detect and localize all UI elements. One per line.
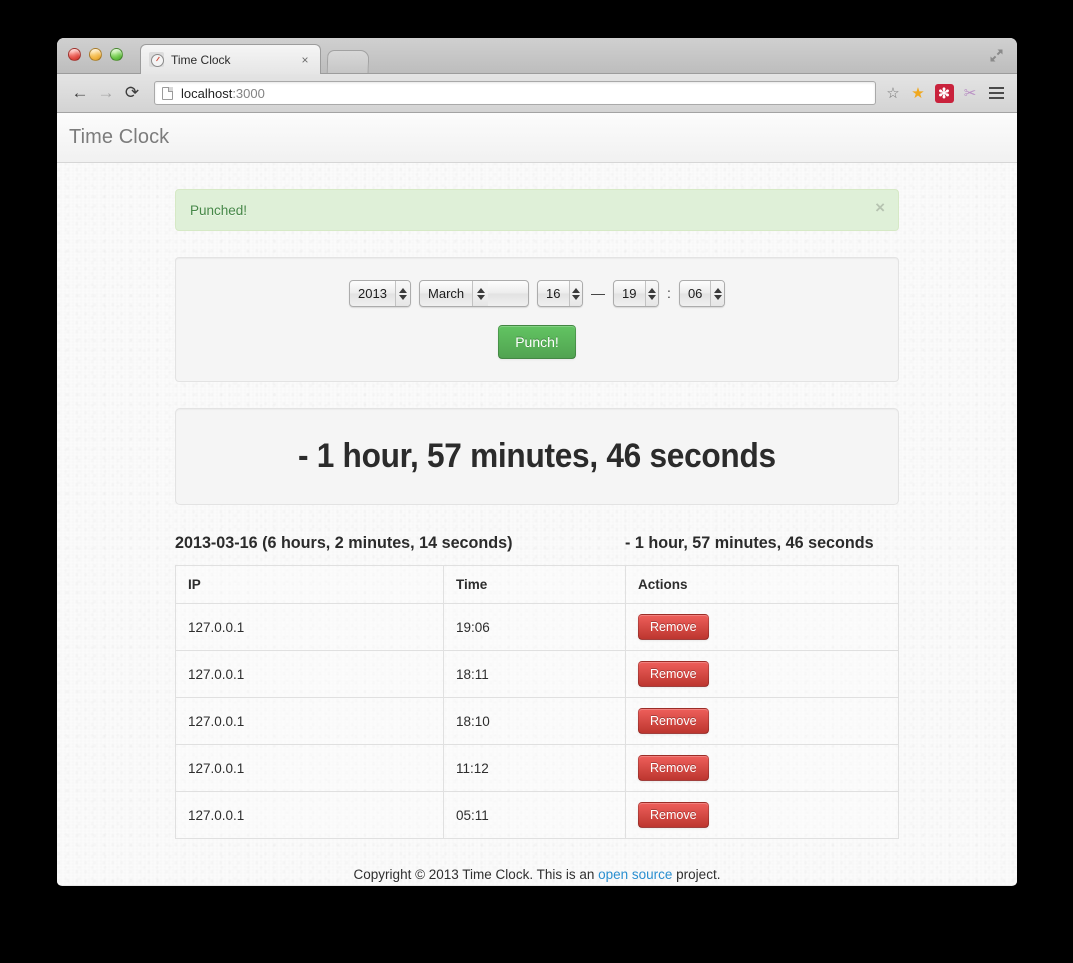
year-select-value: 2013 [358,286,387,301]
alert-message: Punched! [190,202,248,218]
day-heading: 2013-03-16 (6 hours, 2 minutes, 14 secon… [175,533,513,552]
column-header-actions: Actions [625,565,899,604]
cell-actions: Remove [625,603,899,651]
table-row: 127.0.0.1 18:11 Remove [175,650,899,698]
tab-title: Time Clock [171,52,231,67]
page-icon [162,86,173,100]
window-traffic-lights [68,48,123,61]
success-alert: Punched! × [175,189,899,231]
bookmark-star-icon[interactable]: ☆ [883,84,903,102]
remove-button[interactable]: Remove [638,802,709,828]
year-select[interactable]: 2013 [349,280,412,307]
punch-form-panel: 2013 March 16 — 19: 06 Punch! [175,257,899,382]
zoom-window-button[interactable] [110,48,123,61]
expand-icon[interactable] [988,47,1005,64]
hour-select[interactable]: 19 [613,280,660,307]
hour-select-value: 19 [622,286,637,301]
url-text: localhost:3000 [181,86,265,101]
open-source-link[interactable]: open source [598,867,672,882]
stepper-icon[interactable] [710,281,724,306]
browser-tabstrip: Time Clock × [57,38,1017,74]
day-summary-headings: 2013-03-16 (6 hours, 2 minutes, 14 secon… [175,533,899,553]
remove-button[interactable]: Remove [638,708,709,734]
day-select-value: 16 [546,286,561,301]
cell-actions: Remove [626,792,899,839]
table-row: 127.0.0.1 19:06 Remove [175,603,899,651]
page-footer: Copyright © 2013 Time Clock. This is an … [175,867,899,885]
punch-button[interactable]: Punch! [498,325,576,359]
table-header-row: IP Time Actions [175,565,899,604]
cell-actions: Remove [625,744,899,792]
punches-table: IP Time Actions 127.0.0.1 19:06 Remove 1… [175,565,899,839]
column-header-ip: IP [175,565,444,604]
cell-ip: 127.0.0.1 [175,744,444,792]
month-select[interactable]: March [419,280,530,307]
asterisk-extension-badge: ✻ [934,83,954,103]
total-balance-hero: - 1 hour, 57 minutes, 46 seconds [175,408,899,505]
close-window-button[interactable] [68,48,81,61]
new-tab-button[interactable] [326,50,370,73]
table-row: 127.0.0.1 18:10 Remove [175,697,899,745]
cell-ip: 127.0.0.1 [175,697,444,745]
browser-window: Time Clock × ← → ⟳ localhost:3000 ☆ ★ ✻ … [57,38,1017,886]
time-separator: : [667,285,671,301]
forward-button[interactable]: → [93,80,119,106]
stepper-icon[interactable] [568,281,583,306]
chrome-menu-icon[interactable] [985,82,1007,104]
table-row: 127.0.0.1 05:11 Remove [175,791,899,839]
hero-total: - 1 hour, 57 minutes, 46 seconds [298,437,776,475]
browser-toolbar: ← → ⟳ localhost:3000 ☆ ★ ✻ ✂ [57,74,1017,113]
clock-favicon [149,52,164,67]
cell-time: 05:11 [443,791,626,839]
cell-ip: 127.0.0.1 [175,791,444,839]
column-header-time: Time [443,565,626,604]
remove-button[interactable]: Remove [638,755,709,781]
remove-button[interactable]: Remove [638,614,709,640]
stepper-icon[interactable] [394,281,411,306]
remove-button[interactable]: Remove [638,661,709,687]
back-button[interactable]: ← [67,80,93,106]
punch-form-row: 2013 March 16 — 19: 06 [194,280,880,307]
url-port: :3000 [232,85,265,101]
table-row: 127.0.0.1 11:12 Remove [175,744,899,792]
browser-tab[interactable]: Time Clock × [140,44,321,74]
close-icon[interactable]: × [298,53,312,67]
cell-actions: Remove [625,650,899,698]
minimize-window-button[interactable] [89,48,102,61]
close-icon[interactable]: × [875,199,885,216]
address-bar[interactable]: localhost:3000 [154,81,876,105]
page-viewport: Time Clock Punched! × 2013 March 16 — 19… [57,113,1017,885]
balance-heading: - 1 hour, 57 minutes, 46 seconds [625,533,874,552]
reload-button[interactable]: ⟳ [119,80,145,106]
minute-select[interactable]: 06 [678,280,725,307]
cell-time: 18:10 [443,697,626,745]
table-header: IP Time Actions [175,565,899,604]
cell-actions: Remove [625,697,899,745]
month-select-value: March [428,286,465,301]
app-navbar: Time Clock [57,113,1017,163]
cell-time: 18:11 [443,650,626,698]
stepper-icon[interactable] [644,281,659,306]
footer-text-after: project. [672,867,721,882]
scissors-extension-icon[interactable]: ✂ [959,82,981,104]
footer-text-before: Copyright © 2013 Time Clock. This is an [353,867,599,882]
page-container: Punched! × 2013 March 16 — 19: 06 Punch… [175,163,899,885]
app-brand[interactable]: Time Clock [69,126,169,149]
minute-select-value: 06 [687,286,703,301]
table-body: 127.0.0.1 19:06 Remove 127.0.0.1 18:11 R… [175,603,899,839]
asterisk-extension-icon[interactable]: ✻ [933,82,955,104]
date-time-separator: — [591,285,606,301]
day-select[interactable]: 16 [537,280,584,307]
cell-time: 19:06 [443,603,626,651]
star-extension-icon[interactable]: ★ [907,82,929,104]
cell-time: 11:12 [443,744,626,792]
cell-ip: 127.0.0.1 [175,603,444,651]
url-host: localhost [181,85,233,101]
cell-ip: 127.0.0.1 [175,650,444,698]
stepper-icon[interactable] [472,281,489,306]
